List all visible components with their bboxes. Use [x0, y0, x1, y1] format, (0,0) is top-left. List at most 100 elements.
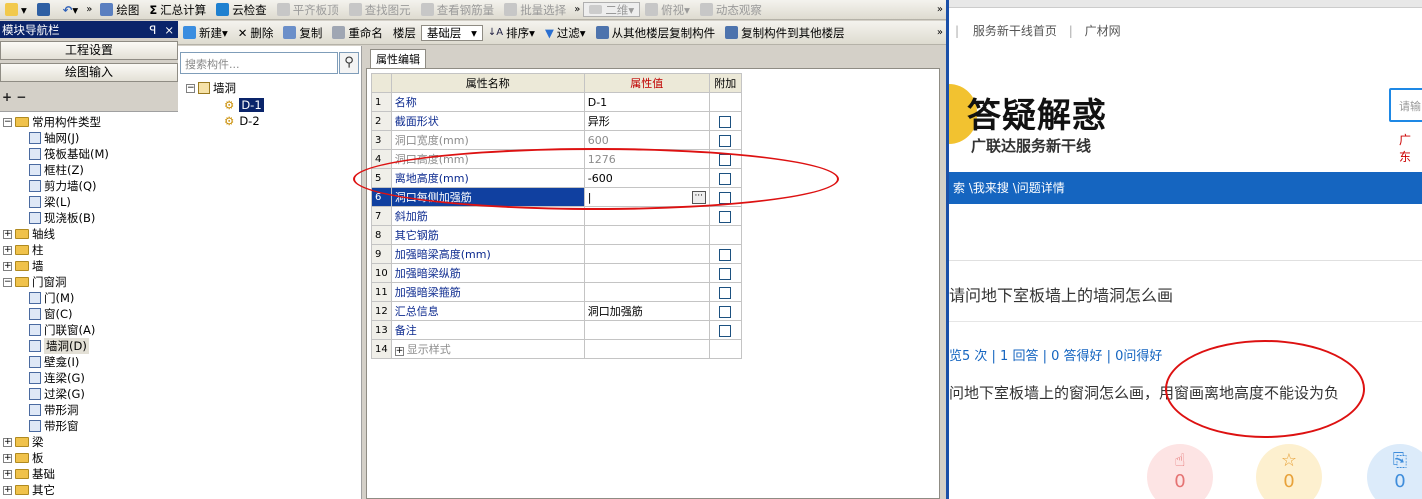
tree-folder[interactable]: + 基础: [3, 466, 55, 482]
cloud-check-button[interactable]: 云检查: [211, 1, 272, 19]
copy-to-other-floor-button[interactable]: 复制构件到其他楼层: [720, 24, 850, 42]
save-icon[interactable]: [32, 1, 58, 19]
dynamic-view-button[interactable]: 动态观察: [695, 1, 767, 19]
tree-item[interactable]: 剪力墙(Q): [29, 178, 97, 194]
copy-button[interactable]: 复制: [278, 24, 327, 42]
expand-icon[interactable]: +: [3, 469, 12, 479]
delete-button[interactable]: ✕ 删除: [233, 24, 279, 42]
component-tree-root[interactable]: − 墙洞: [186, 80, 236, 96]
search-input[interactable]: 搜索构件...: [180, 52, 338, 74]
pin-icon[interactable]: ꟼ: [149, 23, 156, 37]
expand-icon[interactable]: +: [3, 485, 12, 495]
tree-item[interactable]: 梁(L): [29, 194, 71, 210]
property-value[interactable]: D-1: [583, 92, 710, 112]
toolbar-overflow-icon[interactable]: »: [571, 1, 583, 19]
sort-button[interactable]: ↓A 排序 ▾: [483, 24, 540, 42]
property-value[interactable]: [583, 263, 710, 283]
tree-item[interactable]: 过梁(G): [29, 386, 85, 402]
drawing-input-button[interactable]: 绘图输入: [0, 63, 178, 82]
find-element-button[interactable]: 查找图元: [344, 1, 416, 19]
project-settings-button[interactable]: 工程设置: [0, 41, 178, 60]
property-value[interactable]: [583, 225, 710, 245]
floor-select[interactable]: 基础层 ▾: [420, 24, 483, 41]
tree-folder[interactable]: + 梁: [3, 434, 44, 450]
expand-icon[interactable]: +: [3, 437, 12, 447]
tree-item[interactable]: 连梁(G): [29, 370, 85, 386]
property-value[interactable]: 600: [583, 130, 710, 150]
copy-from-other-floor-button[interactable]: 从其他楼层复制构件: [591, 24, 721, 42]
share-button[interactable]: ⎘ 0: [1367, 444, 1422, 499]
open-icon[interactable]: ▾: [0, 1, 32, 19]
property-row[interactable]: 14 + 显示样式: [371, 339, 742, 359]
nav-link-home[interactable]: 服务新干线首页: [973, 24, 1057, 38]
attach-checkbox[interactable]: [719, 267, 732, 280]
rename-button[interactable]: 重命名: [327, 24, 388, 42]
tree-folder[interactable]: + 其它: [3, 482, 55, 498]
tree-folder[interactable]: + 轴线: [3, 226, 55, 242]
tree-folder[interactable]: − 常用构件类型: [3, 114, 101, 130]
property-row[interactable]: 1 名称 D-1: [371, 92, 742, 112]
top-view-button[interactable]: 俯视 ▾: [640, 1, 695, 19]
property-value[interactable]: [583, 244, 710, 264]
tab-property-edit[interactable]: 属性编辑: [370, 49, 426, 68]
tree-item[interactable]: 现浇板(B): [29, 210, 95, 226]
property-row[interactable]: 2 截面形状 异形: [371, 111, 742, 131]
tree-folder[interactable]: − 门窗洞: [3, 274, 67, 290]
draw-button[interactable]: 绘图: [95, 1, 144, 19]
expand-icon[interactable]: +: [3, 229, 12, 239]
view-rebar-button[interactable]: 查看钢筋量: [416, 1, 500, 19]
attach-checkbox[interactable]: [719, 115, 732, 128]
undo-icon[interactable]: ↶ ▾: [58, 1, 83, 19]
property-value[interactable]: 异形: [583, 111, 710, 131]
collapse-icon[interactable]: −: [3, 117, 12, 127]
like-button[interactable]: ☝ 0: [1147, 444, 1213, 499]
tree-item[interactable]: 框柱(Z): [29, 162, 84, 178]
property-row[interactable]: 13 备注: [371, 320, 742, 340]
attach-checkbox[interactable]: [719, 286, 732, 299]
property-row[interactable]: 10 加强暗梁纵筋: [371, 263, 742, 283]
new-button[interactable]: 新建 ▾: [178, 24, 233, 42]
align-slab-top-button[interactable]: 平齐板顶: [272, 1, 344, 19]
expand-collapse-all-icon[interactable]: + −: [2, 90, 26, 104]
expand-icon[interactable]: +: [3, 261, 12, 271]
tree-item[interactable]: 筏板基础(M): [29, 146, 109, 162]
property-row[interactable]: 12 汇总信息 洞口加强筋: [371, 301, 742, 321]
collapse-icon[interactable]: −: [186, 83, 195, 93]
toolbar-overflow-icon[interactable]: »: [934, 24, 946, 42]
expand-icon[interactable]: +: [394, 347, 404, 356]
collapse-icon[interactable]: −: [3, 277, 12, 287]
attach-checkbox[interactable]: [719, 134, 732, 147]
summary-calc-button[interactable]: Σ 汇总计算: [144, 1, 211, 19]
attach-checkbox[interactable]: [719, 248, 732, 261]
property-value[interactable]: 洞口加强筋: [583, 301, 710, 321]
property-value[interactable]: [583, 320, 710, 340]
property-value[interactable]: [583, 282, 710, 302]
property-value[interactable]: [583, 339, 710, 359]
favorite-button[interactable]: ☆ 0: [1256, 444, 1322, 499]
nav-link-material[interactable]: 广材网: [1085, 24, 1121, 38]
search-icon[interactable]: ⚲: [339, 52, 359, 74]
site-search-input[interactable]: 请输: [1389, 88, 1422, 122]
tree-item[interactable]: 墙洞(D): [29, 338, 89, 354]
breadcrumb[interactable]: \我来搜 \问题详情: [969, 181, 1065, 195]
tree-folder[interactable]: + 墙: [3, 258, 44, 274]
toolbar-overflow-icon[interactable]: »: [934, 1, 946, 19]
attach-checkbox[interactable]: [719, 210, 732, 223]
expand-icon[interactable]: +: [3, 245, 12, 255]
attach-checkbox[interactable]: [719, 324, 732, 337]
close-icon[interactable]: ×: [164, 23, 174, 37]
filter-button[interactable]: ▼ 过滤 ▾: [540, 24, 591, 42]
tree-item[interactable]: 带形洞: [29, 402, 79, 418]
component-item-d2[interactable]: ⚙ D-2: [224, 113, 260, 129]
batch-select-button[interactable]: 批量选择: [499, 1, 571, 19]
tree-item[interactable]: 壁龛(I): [29, 354, 79, 370]
expand-icon[interactable]: +: [3, 453, 12, 463]
view-2d-dropdown[interactable]: 二维 ▾: [583, 2, 641, 17]
toolbar-overflow-icon[interactable]: »: [83, 1, 95, 19]
tree-item[interactable]: 门(M): [29, 290, 74, 306]
component-item-d1[interactable]: ⚙ D-1: [224, 97, 264, 113]
property-row[interactable]: 11 加强暗梁箍筋: [371, 282, 742, 302]
property-row[interactable]: 3 洞口宽度(mm) 600: [371, 130, 742, 150]
property-row[interactable]: 9 加强暗梁高度(mm): [371, 244, 742, 264]
attach-checkbox[interactable]: [719, 305, 732, 318]
